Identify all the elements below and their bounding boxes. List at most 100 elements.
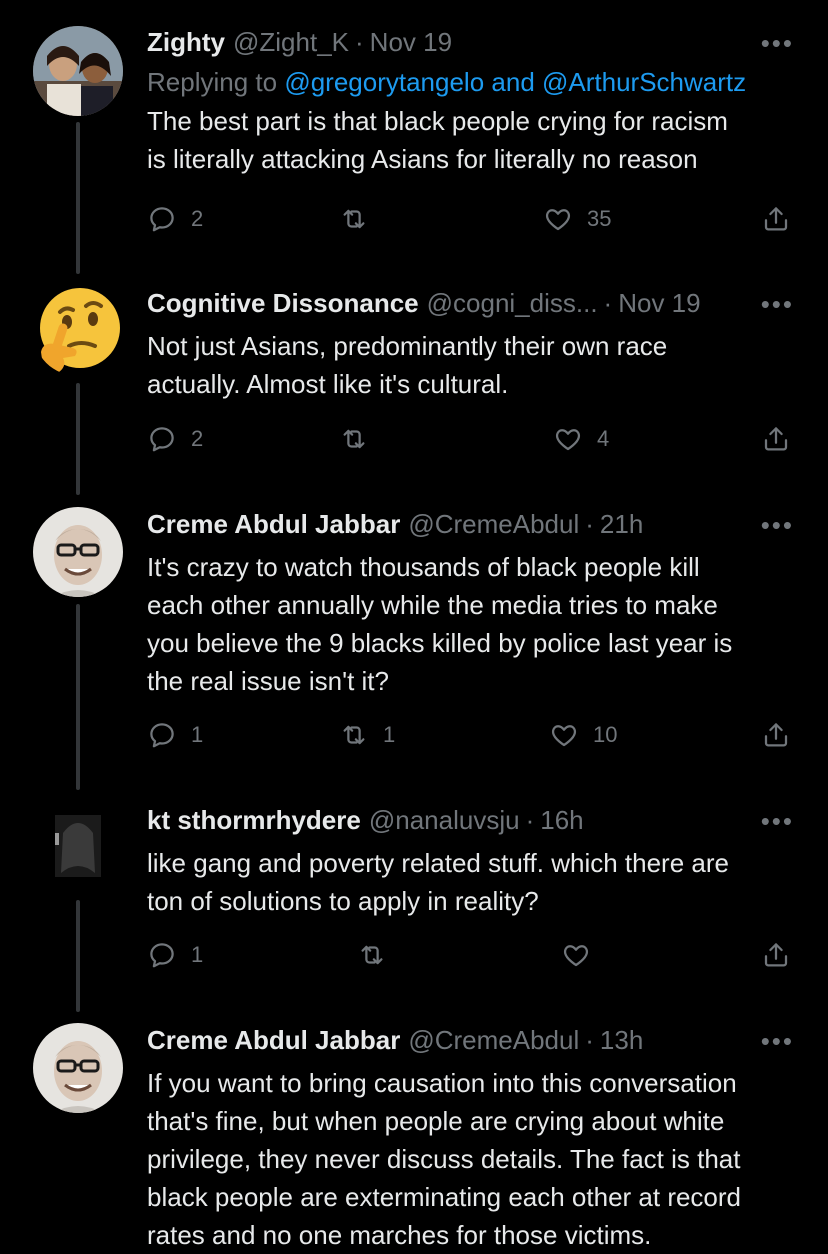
share-icon <box>764 943 788 967</box>
mention-link[interactable]: @ArthurSchwartz <box>542 67 746 97</box>
timestamp[interactable]: Nov 19 <box>618 288 700 319</box>
retweet-count: 1 <box>383 722 396 747</box>
reply-count: 2 <box>191 426 204 451</box>
avatar[interactable] <box>33 286 123 376</box>
user-handle[interactable]: @CremeAbdul <box>408 1025 579 1056</box>
tweet-text-line: If you want to bring causation into this… <box>147 1068 737 1098</box>
like-count: 10 <box>593 722 618 747</box>
tweet-text-line: like gang and poverty related stuff. whi… <box>147 848 729 878</box>
like-icon <box>555 429 581 451</box>
like-count: 35 <box>587 206 612 231</box>
retweet-icon <box>361 945 383 965</box>
tweet-body[interactable]: kt sthormrhydere @nanaluvsju · 16h ••• l… <box>147 800 798 920</box>
replying-to: Replying to @gregorytangelo and @ArthurS… <box>147 62 798 102</box>
tweet-text-line: you believe the 9 blacks killed by polic… <box>147 628 733 658</box>
like-button[interactable]: 4 <box>553 424 609 454</box>
separator-dot: · <box>585 508 594 539</box>
tweet-text-line: The best part is that black people cryin… <box>147 106 728 136</box>
tweet-header: kt sthormrhydere @nanaluvsju · 16h <box>147 800 798 840</box>
thread-line <box>76 122 80 274</box>
tweet-body[interactable]: Creme Abdul Jabbar @CremeAbdul · 21h •••… <box>147 504 798 700</box>
share-icon <box>764 207 788 231</box>
reply-button[interactable]: 2 <box>147 204 203 234</box>
thread-line <box>76 604 80 790</box>
share-button[interactable] <box>761 720 791 750</box>
tweet-text: It's crazy to watch thousands of black p… <box>147 548 798 700</box>
tweet-body[interactable]: Zighty @Zight_K · Nov 19 ••• Replying to… <box>147 22 798 178</box>
tweet-text-line: privilege, they never discuss details. T… <box>147 1144 741 1174</box>
share-button[interactable] <box>761 204 791 234</box>
tweet-header: Creme Abdul Jabbar @CremeAbdul · 21h <box>147 504 798 544</box>
display-name[interactable]: Cognitive Dissonance <box>147 288 419 319</box>
tweet-body[interactable]: Cognitive Dissonance @cogni_diss... · No… <box>147 283 798 403</box>
reply-icon <box>150 427 174 452</box>
thread-line <box>76 900 80 1012</box>
timestamp[interactable]: Nov 19 <box>370 27 452 58</box>
avatar[interactable] <box>33 803 123 893</box>
avatar[interactable] <box>33 1023 123 1113</box>
separator-dot: · <box>585 1024 594 1055</box>
like-button[interactable]: 10 <box>549 720 617 750</box>
retweet-button[interactable] <box>339 424 383 454</box>
tweet-text-line: black people are exterminating each othe… <box>147 1182 742 1212</box>
tweet-text: The best part is that black people cryin… <box>147 102 798 178</box>
timestamp[interactable]: 21h <box>600 509 643 540</box>
share-icon <box>764 427 788 451</box>
like-button[interactable] <box>561 940 605 970</box>
more-options-icon[interactable]: ••• <box>761 510 794 541</box>
replying-to-label: Replying to <box>147 67 285 97</box>
reply-count: 1 <box>191 942 204 967</box>
reply-icon <box>150 207 174 232</box>
tweet-text-line: is literally attacking Asians for litera… <box>147 144 698 174</box>
tweet-text-line: rates and no one marches for those victi… <box>147 1220 652 1250</box>
reply-icon <box>150 943 174 968</box>
avatar[interactable] <box>33 507 123 597</box>
photo-avatar-icon <box>33 26 123 116</box>
more-options-icon[interactable]: ••• <box>761 806 794 837</box>
retweet-button[interactable]: 1 <box>339 720 395 750</box>
reply-button[interactable]: 2 <box>147 424 203 454</box>
separator-dot: · <box>603 287 613 318</box>
display-name[interactable]: Creme Abdul Jabbar <box>147 509 400 540</box>
tweet-body[interactable]: Creme Abdul Jabbar @CremeAbdul · 13h •••… <box>147 1020 798 1254</box>
timestamp[interactable]: 16h <box>540 805 583 836</box>
share-button[interactable] <box>761 940 791 970</box>
like-button[interactable]: 35 <box>543 204 611 234</box>
like-count: 4 <box>597 426 610 451</box>
tweet-actions: 1 1 10 <box>147 720 797 760</box>
avatar[interactable] <box>33 26 123 116</box>
tweet-text: like gang and poverty related stuff. whi… <box>147 844 798 920</box>
more-options-icon[interactable]: ••• <box>761 289 794 320</box>
user-handle[interactable]: @cogni_diss... <box>427 288 598 319</box>
tweet-text-line: that's fine, but when people are crying … <box>147 1106 725 1136</box>
glasses-man-avatar-icon <box>33 507 123 597</box>
like-icon <box>551 725 577 747</box>
like-icon <box>563 945 589 967</box>
glasses-man-avatar-icon <box>33 1023 123 1113</box>
user-handle[interactable]: @CremeAbdul <box>408 509 579 540</box>
tweet-text-line: Not just Asians, predominantly their own… <box>147 331 668 361</box>
reply-button[interactable]: 1 <box>147 720 203 750</box>
reply-count: 2 <box>191 206 204 231</box>
mention-link[interactable]: @gregorytangelo <box>284 67 484 97</box>
share-button[interactable] <box>761 424 791 454</box>
more-options-icon[interactable]: ••• <box>761 1026 794 1057</box>
retweet-icon <box>343 725 365 745</box>
tweet-text-line: It's crazy to watch thousands of black p… <box>147 552 700 582</box>
tweet-text-line: ton of solutions to apply in reality? <box>147 886 539 916</box>
user-handle[interactable]: @nanaluvsju <box>369 805 520 836</box>
like-icon <box>545 209 571 231</box>
timestamp[interactable]: 13h <box>600 1025 643 1056</box>
display-name[interactable]: kt sthormrhydere <box>147 805 361 836</box>
more-options-icon[interactable]: ••• <box>761 28 794 59</box>
display-name[interactable]: Creme Abdul Jabbar <box>147 1025 400 1056</box>
tweet-actions: 1 <box>147 940 797 980</box>
user-handle[interactable]: @Zight_K <box>233 27 349 58</box>
reply-count: 1 <box>191 722 204 747</box>
retweet-button[interactable] <box>357 940 401 970</box>
reply-button[interactable]: 1 <box>147 940 203 970</box>
retweet-button[interactable] <box>339 204 383 234</box>
display-name[interactable]: Zighty <box>147 27 225 58</box>
tweet-text: If you want to bring causation into this… <box>147 1064 798 1254</box>
tweet-actions: 2 35 <box>147 204 797 244</box>
